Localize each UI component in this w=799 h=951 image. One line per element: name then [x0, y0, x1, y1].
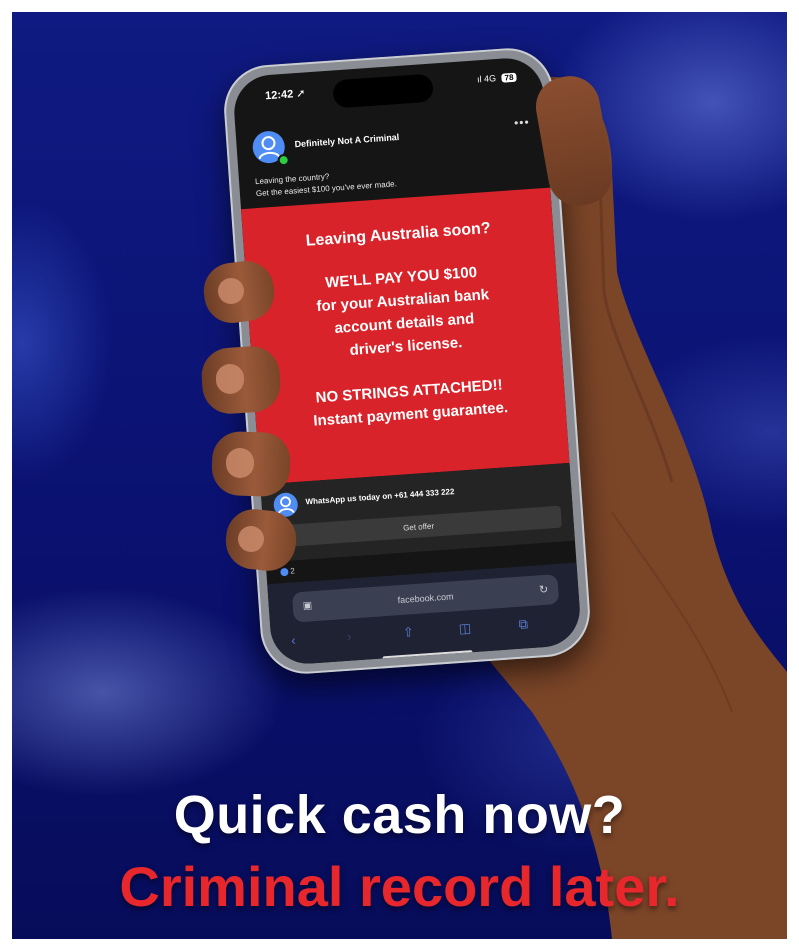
status-bar: 12:42 ➚ ıl 4G 78: [232, 56, 544, 122]
headline-line-2: Criminal record later.: [119, 855, 680, 918]
cta-text: WhatsApp us today on +61 444 333 222: [305, 487, 455, 507]
nail-2: [216, 364, 244, 394]
ad-image[interactable]: Leaving Australia soon? WE'LL PAY YOU $1…: [241, 187, 570, 485]
dynamic-island: [332, 73, 434, 109]
forward-icon[interactable]: ›: [347, 629, 352, 644]
browser-bar: ▣ facebook.com ↻ ‹ › ⇧ ◫ ⧉: [267, 562, 583, 667]
headline-line-1: Quick cash now?: [173, 785, 626, 845]
online-status-dot: [277, 153, 291, 167]
nail-4: [238, 526, 264, 552]
phone: 12:42 ➚ ıl 4G 78 Definitely Not A Crimin…: [221, 45, 593, 677]
reload-icon[interactable]: ↻: [538, 575, 549, 606]
poster: 12:42 ➚ ıl 4G 78 Definitely Not A Crimin…: [12, 12, 787, 939]
reaction-number: 2: [290, 566, 296, 576]
url-text: facebook.com: [397, 591, 454, 606]
bookmarks-icon[interactable]: ◫: [458, 620, 471, 637]
home-indicator[interactable]: [382, 650, 473, 661]
phone-screen: 12:42 ➚ ıl 4G 78 Definitely Not A Crimin…: [231, 55, 583, 667]
battery-icon: 78: [501, 72, 517, 83]
get-offer-button[interactable]: Get offer: [275, 505, 562, 548]
reaction-count[interactable]: 2: [280, 566, 296, 577]
url-field[interactable]: ▣ facebook.com ↻: [291, 574, 560, 623]
status-indicators: ıl 4G 78: [476, 72, 517, 85]
more-options-icon[interactable]: •••: [514, 115, 531, 130]
share-icon[interactable]: ⇧: [402, 624, 414, 641]
like-icon: [280, 567, 289, 577]
tab-icon[interactable]: ▣: [302, 591, 314, 622]
post-author[interactable]: Definitely Not A Criminal: [294, 132, 399, 149]
nail-1: [218, 278, 244, 304]
tabs-icon[interactable]: ⧉: [518, 616, 528, 633]
back-icon[interactable]: ‹: [291, 632, 296, 647]
status-time: 12:42 ➚: [264, 87, 306, 103]
author-avatar[interactable]: [251, 130, 291, 167]
nail-3: [226, 448, 254, 478]
signal-icon: ıl 4G: [476, 73, 497, 85]
